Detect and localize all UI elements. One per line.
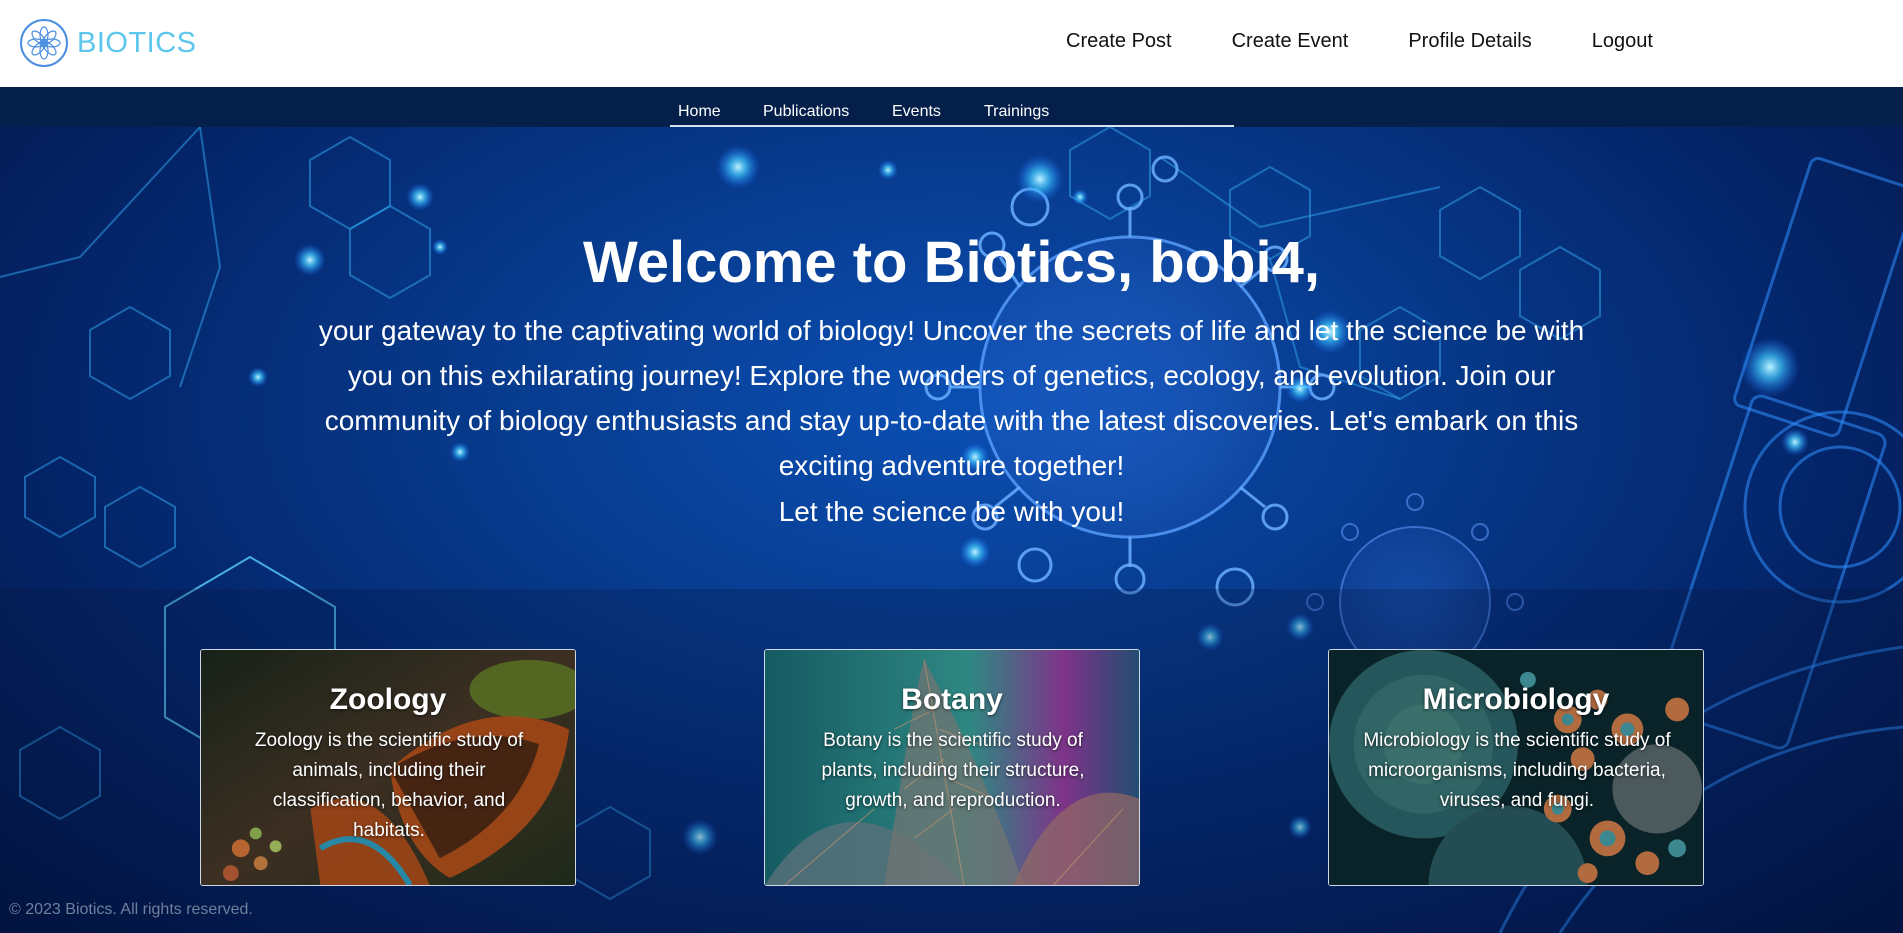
motto-text: Let the science be with you!: [778, 496, 1125, 527]
card-description: Zoology is the scientific study of anima…: [254, 730, 524, 841]
card-description: Microbiology is the scientific study of …: [1363, 730, 1671, 811]
card-description: Botany is the scientific study of plants…: [821, 730, 1085, 811]
logout-link[interactable]: Logout: [1592, 30, 1653, 53]
footer-copyright: © 2023 Biotics. All rights reserved.: [9, 901, 253, 918]
sub-nav-bar: Home Publications Events Trainings: [670, 87, 1234, 127]
hero-section: Welcome to Biotics, bobi4, your gateway …: [0, 127, 1903, 933]
top-header: BIOTICS Create Post Create Event Profile…: [0, 0, 1903, 87]
nav-events-link[interactable]: Events: [892, 103, 941, 121]
microbiology-card[interactable]: Microbiology Microbiology is the scienti…: [1328, 649, 1704, 886]
welcome-heading: Welcome to Biotics, bobi4,: [0, 230, 1903, 296]
zoology-card[interactable]: Zoology Zoology is the scientific study …: [200, 649, 576, 886]
nav-trainings-link[interactable]: Trainings: [984, 103, 1049, 121]
create-post-link[interactable]: Create Post: [1066, 30, 1172, 53]
card-title: Zoology: [329, 683, 447, 716]
botany-card[interactable]: Botany Botany is the scientific study of…: [764, 649, 1140, 886]
brand-name: BIOTICS: [77, 26, 197, 59]
create-event-link[interactable]: Create Event: [1232, 30, 1349, 53]
profile-details-link[interactable]: Profile Details: [1408, 30, 1531, 53]
card-title: Botany: [901, 683, 1003, 716]
flower-logo-icon: [20, 19, 68, 67]
card-title: Microbiology: [1422, 683, 1610, 716]
top-nav: Create Post Create Event Profile Details…: [1066, 30, 1653, 53]
welcome-prefix: Welcome to Biotics,: [583, 230, 1150, 295]
nav-home-link[interactable]: Home: [678, 103, 721, 121]
sub-nav: Home Publications Events Trainings: [0, 87, 1903, 127]
nav-publications-link[interactable]: Publications: [763, 103, 849, 121]
brand-logo-link[interactable]: BIOTICS: [19, 17, 197, 69]
welcome-username: bobi4,: [1149, 230, 1320, 295]
intro-paragraph: your gateway to the captivating world of…: [318, 315, 1585, 481]
